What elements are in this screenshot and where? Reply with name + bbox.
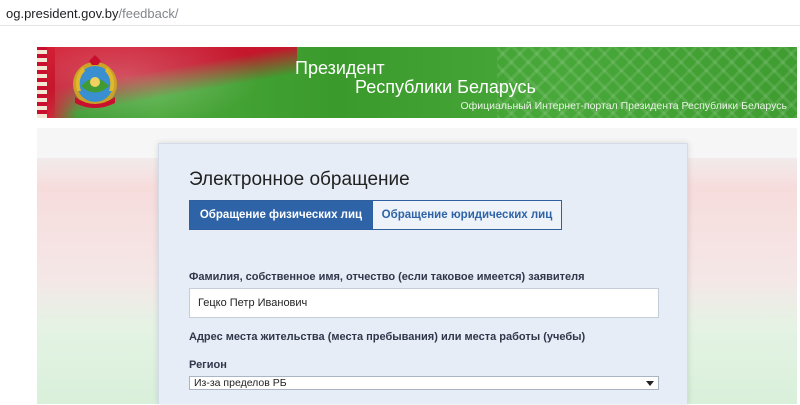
belarus-coat-of-arms-icon[interactable] <box>67 55 123 111</box>
ornament-strip <box>37 47 47 118</box>
next-field-label-partial <box>189 399 192 405</box>
tab-individuals[interactable]: Обращение физических лиц <box>190 201 372 229</box>
site-header-banner: Президент Республики Беларусь Официальны… <box>37 47 797 118</box>
dropdown-arrow-icon <box>646 381 654 386</box>
address-bar[interactable]: og.president.gov.by/feedback/ <box>0 0 800 26</box>
region-select[interactable]: Из-за пределов РБ <box>189 376 659 390</box>
banner-subtitle: Официальный Интернет-портал Президента Р… <box>460 100 787 112</box>
name-input[interactable] <box>189 288 659 318</box>
feedback-form-card: Электронное обращение Обращение физическ… <box>158 143 688 404</box>
region-selected-value: Из-за пределов РБ <box>194 377 287 389</box>
url-text[interactable]: og.president.gov.by/feedback/ <box>6 6 179 21</box>
name-field-label: Фамилия, собственное имя, отчество (если… <box>189 271 585 283</box>
url-domain: og.president.gov.by <box>6 6 119 21</box>
tab-legal-entities[interactable]: Обращение юридических лиц <box>372 201 561 229</box>
banner-title-line2: Республики Беларусь <box>355 77 536 97</box>
region-label: Регион <box>189 359 227 371</box>
url-path: /feedback/ <box>118 6 179 21</box>
form-heading: Электронное обращение <box>189 169 410 190</box>
address-section-label: Адрес места жительства (места пребывания… <box>189 331 586 343</box>
applicant-type-tabs: Обращение физических лиц Обращение юриди… <box>189 200 562 230</box>
banner-title-line1: Президент <box>295 58 385 78</box>
